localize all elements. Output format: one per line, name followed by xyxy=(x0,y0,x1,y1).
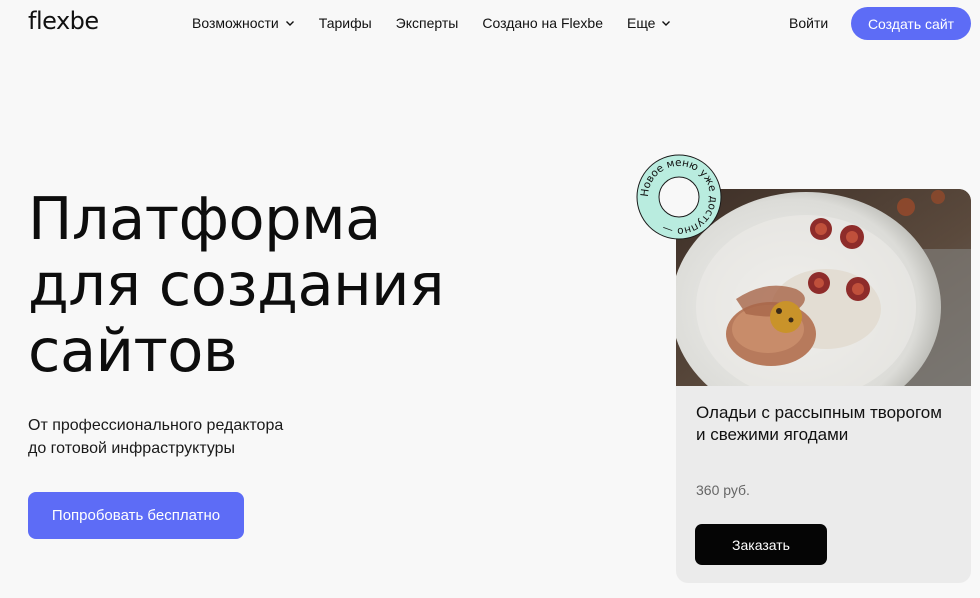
new-menu-badge: Новое меню уже доступно — xyxy=(636,154,722,240)
product-card: Оладьи с рассыпным творогом и свежими яг… xyxy=(676,189,971,583)
nav-item-showcase[interactable]: Создано на Flexbe xyxy=(482,15,603,31)
create-site-button[interactable]: Создать сайт xyxy=(851,7,971,40)
nav-item-features[interactable]: Возможности xyxy=(192,15,295,31)
hero-title: Платформа для создания сайтов xyxy=(28,184,445,385)
new-menu-badge-graphic: Новое меню уже доступно — xyxy=(636,154,722,240)
hero-title-line: для создания xyxy=(28,250,445,319)
nav-item-label: Эксперты xyxy=(395,15,459,31)
nav-item-experts[interactable]: Эксперты xyxy=(396,15,459,31)
nav-item-more[interactable]: Еще xyxy=(627,15,672,31)
try-free-button[interactable]: Попробовать бесплатно xyxy=(28,492,244,539)
nav-item-label: Тарифы xyxy=(318,15,372,31)
nav-item-label: Возможности xyxy=(192,15,279,31)
login-link[interactable]: Войти xyxy=(789,15,828,31)
hero-title-line: Платформа xyxy=(28,184,381,253)
hero-subtitle: От профессионального редактора до готово… xyxy=(28,414,283,460)
site-header: flexbe Возможности Тарифы Эксперты Созда… xyxy=(0,0,980,46)
order-button[interactable]: Заказать xyxy=(695,524,827,565)
nav-item-label: Создано на Flexbe xyxy=(482,15,603,31)
nav-item-label: Еще xyxy=(626,15,656,31)
main-nav: Возможности Тарифы Эксперты Создано на F… xyxy=(192,15,695,31)
hero-title-line: сайтов xyxy=(28,316,238,385)
nav-item-pricing[interactable]: Тарифы xyxy=(319,15,372,31)
card-title: Оладьи с рассыпным творогом и свежими яг… xyxy=(696,403,942,444)
chevron-down-icon xyxy=(285,21,294,26)
flexbe-logo[interactable]: flexbe xyxy=(28,7,99,35)
hero-subtitle-line: до готовой инфраструктуры xyxy=(28,440,236,457)
hero-subtitle-line: От профессионального редактора xyxy=(28,417,284,434)
card-price: 360 руб. xyxy=(696,482,750,498)
chevron-down-icon xyxy=(662,21,671,26)
